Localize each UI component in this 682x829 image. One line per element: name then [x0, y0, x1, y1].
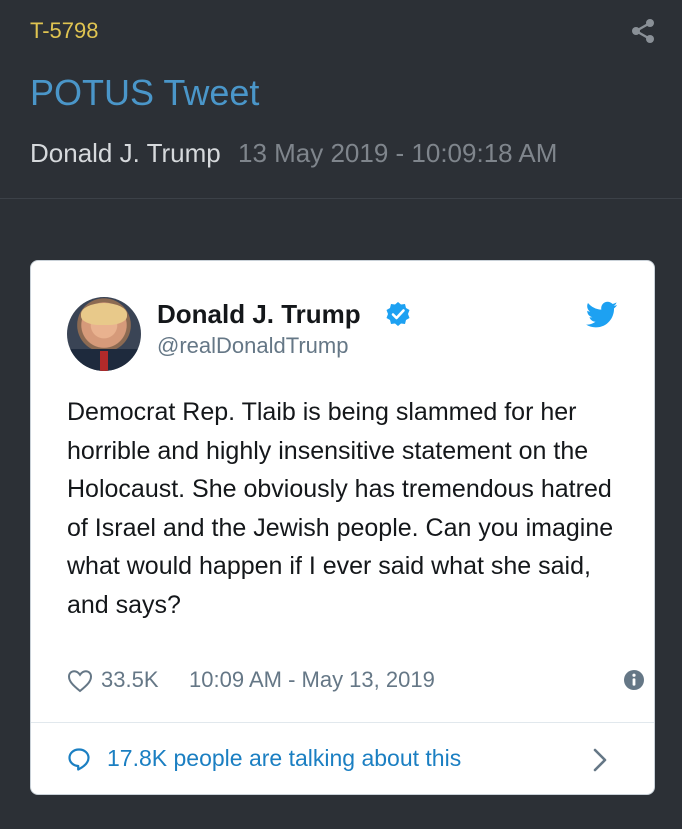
- tweet-author-name[interactable]: Donald J. Trump: [157, 299, 361, 330]
- tweet-stats: 33.5K 10:09 AM - May 13, 2019: [67, 667, 644, 695]
- info-icon[interactable]: [623, 669, 645, 691]
- page-title: POTUS Tweet: [30, 72, 260, 113]
- speech-bubble-icon: [68, 748, 90, 771]
- conversation-label[interactable]: 17.8K people are talking about this: [107, 745, 461, 772]
- post-meta: Donald J. Trump 13 May 2019 - 10:09:18 A…: [30, 138, 557, 169]
- like-count[interactable]: 33.5K: [101, 667, 159, 693]
- avatar[interactable]: [67, 297, 141, 371]
- post-author: Donald J. Trump: [30, 138, 221, 168]
- post-tag: T-5798: [30, 18, 99, 43]
- card-divider: [31, 722, 654, 723]
- tweet-timestamp[interactable]: 10:09 AM - May 13, 2019: [189, 667, 435, 693]
- tweet-handle[interactable]: @realDonaldTrump: [157, 333, 348, 359]
- tweet-card[interactable]: Donald J. Trump @realDonaldTrump Democra…: [30, 260, 655, 795]
- tweet-text: Democrat Rep. Tlaib is being slammed for…: [67, 398, 614, 619]
- share-icon[interactable]: [630, 18, 656, 44]
- verified-badge-icon: [386, 302, 410, 326]
- heart-icon[interactable]: [67, 669, 93, 693]
- twitter-bird-icon[interactable]: [586, 301, 618, 329]
- post-date: 13 May 2019 - 10:09:18 AM: [237, 138, 558, 168]
- post-header: T-5798 POTUS Tweet Donald J. Trump 13 Ma…: [0, 0, 682, 199]
- chevron-right-icon[interactable]: [589, 745, 611, 775]
